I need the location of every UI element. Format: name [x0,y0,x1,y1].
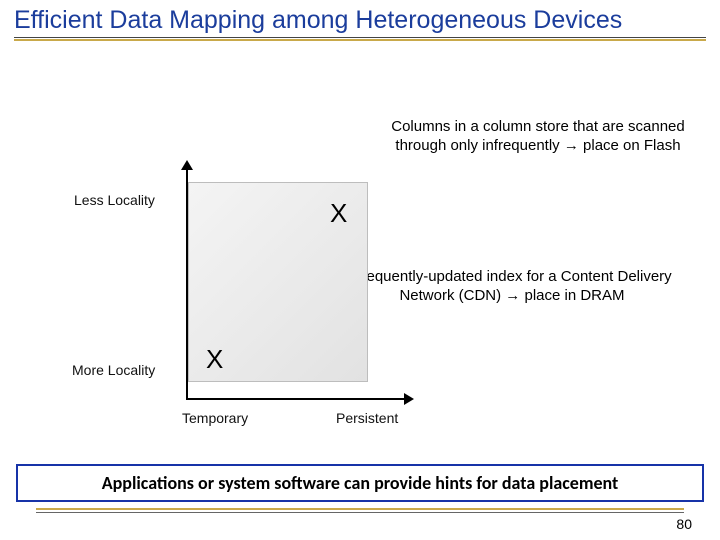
mark-flash: X [330,198,347,229]
footer-divider [36,508,684,513]
x-axis-arrow-icon [404,393,414,405]
title-underline [14,37,706,41]
y-axis-line [186,166,188,400]
annotation-flash: Columns in a column store that are scann… [378,118,698,156]
callout-box: Applications or system software can prov… [16,464,704,502]
y-axis-label-top: Less Locality [74,192,155,208]
mark-dram: X [206,344,223,375]
x-axis-line [186,398,406,400]
y-axis-arrow-icon [181,160,193,170]
page-number: 80 [676,516,692,532]
x-axis-label-right: Persistent [336,410,398,426]
locality-persistence-chart: Less Locality More Locality Temporary Pe… [140,166,420,446]
y-axis-label-bottom: More Locality [72,362,155,378]
page-title: Efficient Data Mapping among Heterogeneo… [0,0,720,37]
x-axis-label-left: Temporary [182,410,248,426]
